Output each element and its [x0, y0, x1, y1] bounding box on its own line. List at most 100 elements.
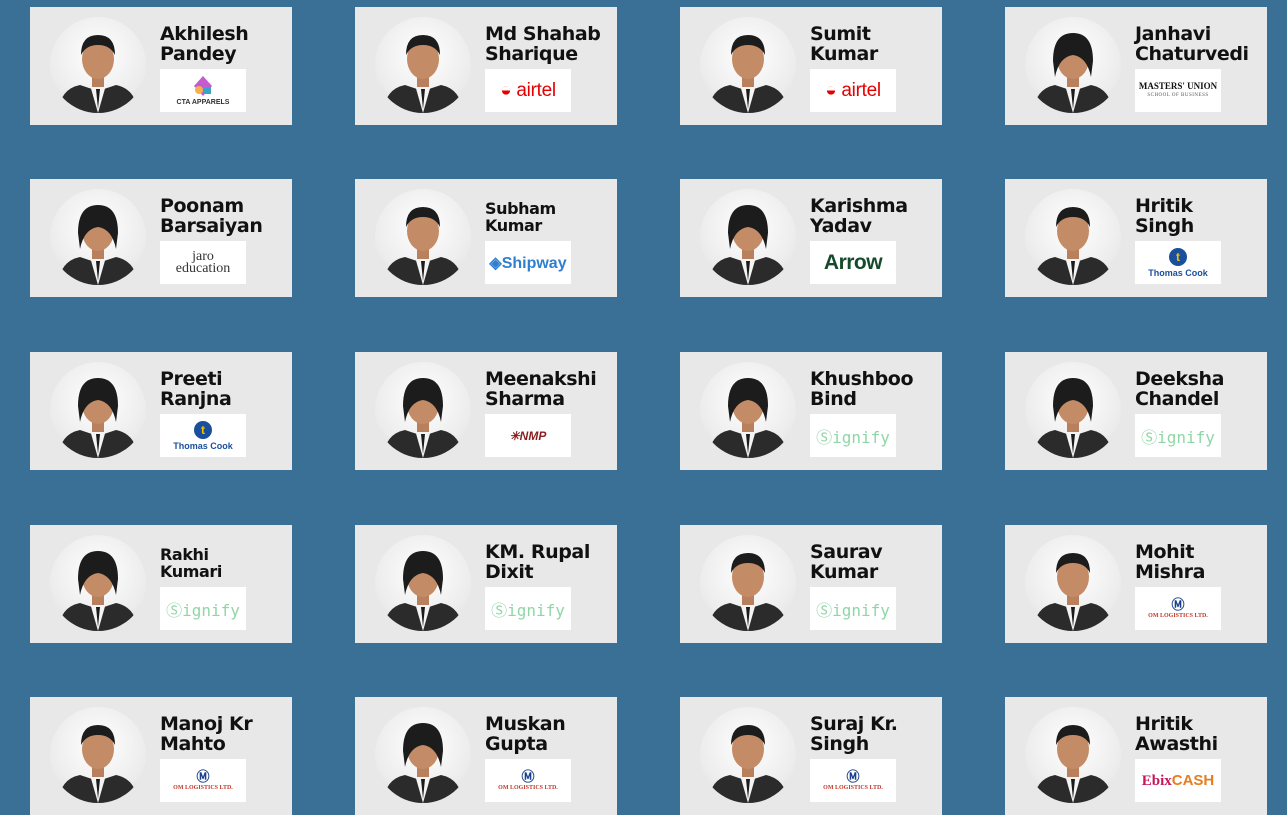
- om-logistics-logo: Ⓜ OM LOGISTICS LTD.: [485, 759, 571, 802]
- student-name: Meenakshi Sharma: [485, 369, 613, 409]
- om-logistics-wordmark: Ⓜ OM LOGISTICS LTD.: [498, 768, 558, 791]
- student-name-line: Kumar: [810, 561, 878, 583]
- student-name: Sumit Kumar: [810, 24, 938, 64]
- thomas-cook-wordmark: t Thomas Cook: [1148, 247, 1208, 278]
- student-photo: [375, 362, 471, 458]
- student-photo: [50, 362, 146, 458]
- ebixcash-logo: EbixCASH: [1135, 759, 1221, 802]
- student-name-line: Hritik: [1135, 195, 1193, 217]
- student-name-line: Md Shahab: [485, 23, 601, 45]
- thomas-cook-logo: t Thomas Cook: [1135, 241, 1221, 284]
- student-photo: [50, 535, 146, 631]
- student-name-line: Pandey: [160, 43, 237, 65]
- placement-card: Suraj Kr. Singh Ⓜ OM LOGISTICS LTD.: [680, 697, 942, 815]
- student-name: Hritik Awasthi: [1135, 714, 1263, 754]
- placement-card: Md Shahab Sharique ◒ airtel: [355, 7, 617, 125]
- student-name-line: Rakhi: [160, 545, 209, 564]
- placements-grid: Akhilesh Pandey CTA APPARELS Md Shahab Shari…: [0, 0, 1287, 815]
- student-name-line: Chaturvedi: [1135, 43, 1249, 65]
- student-name-line: Meenakshi: [485, 368, 597, 390]
- student-photo: [700, 189, 796, 285]
- student-name: Saurav Kumar: [810, 542, 938, 582]
- airtel-logo: ◒ airtel: [810, 69, 896, 112]
- student-photo: [50, 189, 146, 285]
- placement-card: Akhilesh Pandey CTA APPARELS: [30, 7, 292, 125]
- jaro-wordmark: jaro education: [175, 248, 231, 276]
- student-name-line: Saurav: [810, 541, 883, 563]
- signify-logo: Ⓢignify: [810, 587, 896, 630]
- cta-shape-icon: [193, 75, 212, 96]
- signify-logo: Ⓢignify: [160, 587, 246, 630]
- shipway-logo: ◈Shipway: [485, 241, 571, 284]
- student-photo: [1025, 535, 1121, 631]
- student-name: Karishma Yadav: [810, 196, 938, 236]
- signify-logo: Ⓢignify: [1135, 414, 1221, 457]
- student-name: Preeti Ranjna: [160, 369, 288, 409]
- student-name-line: Bind: [810, 388, 857, 410]
- om-icon: Ⓜ: [196, 768, 210, 784]
- student-name: Muskan Gupta: [485, 714, 613, 754]
- placement-card: Deeksha Chandel Ⓢignify: [1005, 352, 1267, 470]
- student-photo: [1025, 707, 1121, 803]
- student-photo: [1025, 189, 1121, 285]
- arrow-wordmark: Arrow: [823, 250, 883, 274]
- placement-card: Janhavi Chaturvedi MASTERS' UNION SCHOOL OF…: [1005, 7, 1267, 125]
- om-logistics-wordmark: Ⓜ OM LOGISTICS LTD.: [823, 768, 883, 791]
- placement-card: Karishma Yadav Arrow: [680, 179, 942, 297]
- masters-union-wordmark: MASTERS' UNION SCHOOL OF BUSINESS: [1138, 80, 1218, 98]
- om-logistics-wordmark: Ⓜ OM LOGISTICS LTD.: [1148, 596, 1208, 619]
- student-name-line: Chandel: [1135, 388, 1220, 410]
- om-icon: Ⓜ: [846, 768, 860, 784]
- student-name-line: Subham: [485, 199, 556, 218]
- student-name-line: Suraj Kr.: [810, 713, 898, 735]
- student-name-line: Mohit: [1135, 541, 1195, 563]
- placement-card: Mohit Mishra Ⓜ OM LOGISTICS LTD.: [1005, 525, 1267, 643]
- student-name-line: Akhilesh: [160, 23, 249, 45]
- placement-card: Sumit Kumar ◒ airtel: [680, 7, 942, 125]
- student-name-line: Singh: [810, 733, 869, 755]
- student-name: Deeksha Chandel: [1135, 369, 1263, 409]
- om-logistics-logo: Ⓜ OM LOGISTICS LTD.: [160, 759, 246, 802]
- student-name: Hritik Singh: [1135, 196, 1263, 236]
- signify-logo: Ⓢignify: [810, 414, 896, 457]
- student-name-line: Sharma: [485, 388, 565, 410]
- student-name-line: Manoj Kr: [160, 713, 253, 735]
- placement-card: Hritik Awasthi EbixCASH: [1005, 697, 1267, 815]
- signify-wordmark: Ⓢignify: [816, 600, 890, 620]
- student-name-line: Mahto: [160, 733, 226, 755]
- student-name-line: Muskan: [485, 713, 566, 735]
- placement-card: Meenakshi Sharma ✳NMP: [355, 352, 617, 470]
- student-name: Janhavi Chaturvedi: [1135, 24, 1263, 64]
- signify-wordmark: Ⓢignify: [491, 600, 565, 620]
- placement-card: Manoj Kr Mahto Ⓜ OM LOGISTICS LTD.: [30, 697, 292, 815]
- placement-card: KM. Rupal Dixit Ⓢignify: [355, 525, 617, 643]
- student-photo: [1025, 362, 1121, 458]
- student-name: KM. Rupal Dixit: [485, 542, 613, 582]
- student-name: Akhilesh Pandey: [160, 24, 288, 64]
- student-photo: [375, 17, 471, 113]
- thomas-cook-globe-icon: t: [193, 420, 212, 439]
- student-photo: [375, 189, 471, 285]
- student-name-line: Singh: [1135, 215, 1194, 237]
- student-name-line: Hritik: [1135, 713, 1193, 735]
- student-name-line: Kumari: [160, 562, 222, 581]
- student-name-line: Kumar: [485, 216, 542, 235]
- thomas-cook-globe-icon: t: [1168, 247, 1187, 266]
- nmp-wordmark: ✳NMP: [509, 428, 547, 443]
- placement-card: Hritik Singh t Thomas Cook: [1005, 179, 1267, 297]
- student-name-line: KM. Rupal: [485, 541, 590, 563]
- airtel-wordmark: ◒ airtel: [825, 79, 881, 101]
- placement-card: Rakhi Kumari Ⓢignify: [30, 525, 292, 643]
- cta-apparels-wordmark: CTA APPARELS: [177, 75, 229, 107]
- student-name-line: Awasthi: [1135, 733, 1218, 755]
- placement-card: Khushboo Bind Ⓢignify: [680, 352, 942, 470]
- placement-card: Saurav Kumar Ⓢignify: [680, 525, 942, 643]
- placement-card: Muskan Gupta Ⓜ OM LOGISTICS LTD.: [355, 697, 617, 815]
- placement-card: Preeti Ranjna t Thomas Cook: [30, 352, 292, 470]
- jaro-education-logo: jaro education: [160, 241, 246, 284]
- student-name-line: Dixit: [485, 561, 534, 583]
- student-name: Manoj Kr Mahto: [160, 714, 288, 754]
- student-name-line: Yadav: [810, 215, 872, 237]
- student-photo: [50, 707, 146, 803]
- student-name: Suraj Kr. Singh: [810, 714, 938, 754]
